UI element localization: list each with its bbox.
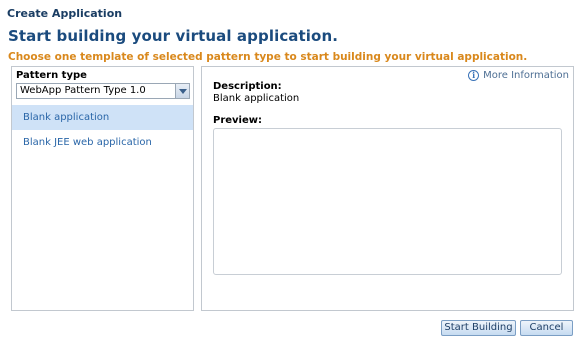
template-item-label: Blank application — [23, 112, 110, 123]
description-value: Blank application — [213, 93, 300, 104]
dialog-title: Create Application — [7, 7, 123, 20]
more-information-label: More Information — [483, 70, 569, 81]
description-label: Description: — [213, 81, 282, 92]
template-selection-panel: Pattern type WebApp Pattern Type 1.0 Bla… — [11, 66, 194, 311]
preview-label: Preview: — [213, 115, 263, 126]
more-information-link[interactable]: i More Information — [468, 70, 569, 81]
start-building-button[interactable]: Start Building — [441, 320, 516, 336]
chevron-down-icon[interactable] — [175, 84, 189, 98]
template-item-label: Blank JEE web application — [23, 137, 152, 148]
pattern-type-select[interactable]: WebApp Pattern Type 1.0 — [16, 83, 190, 99]
pattern-type-label: Pattern type — [16, 70, 87, 81]
cancel-button[interactable]: Cancel — [520, 320, 573, 336]
template-item-blank-application[interactable]: Blank application — [12, 105, 193, 130]
preview-area — [213, 128, 562, 275]
page-subheading: Choose one template of selected pattern … — [8, 51, 528, 63]
pattern-type-value: WebApp Pattern Type 1.0 — [20, 85, 146, 96]
info-circle-icon: i — [468, 70, 480, 81]
template-item-blank-jee-web-application[interactable]: Blank JEE web application — [12, 130, 193, 155]
template-details-panel: i More Information Description: Blank ap… — [201, 66, 574, 311]
create-application-dialog: Create Application Start building your v… — [0, 0, 580, 343]
page-heading: Start building your virtual application. — [8, 27, 339, 45]
template-list: Blank application Blank JEE web applicat… — [12, 105, 193, 155]
